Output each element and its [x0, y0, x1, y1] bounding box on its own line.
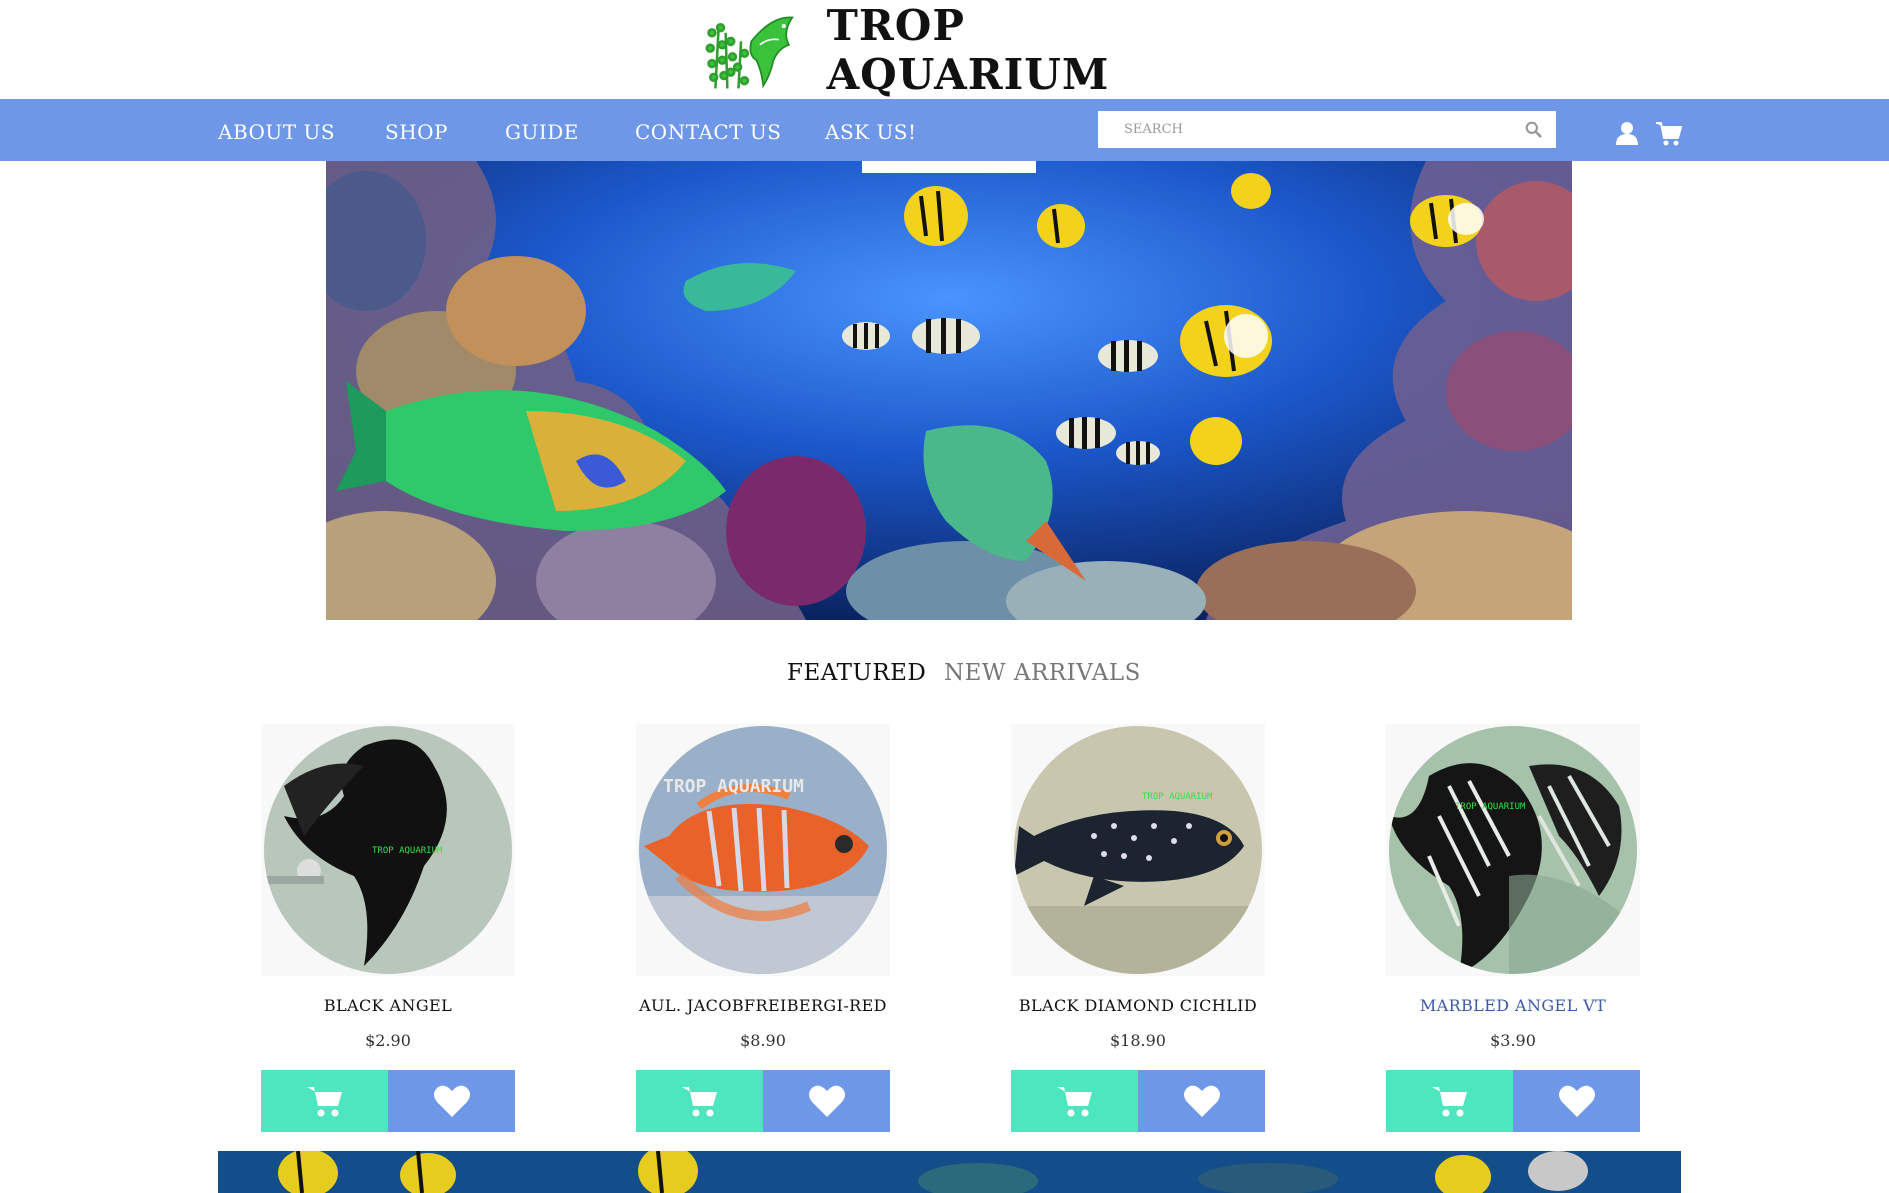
brand-logo[interactable]: TROP AQUARIUM [700, 0, 1200, 99]
product-name[interactable]: MARBLED ANGEL VT [1386, 996, 1640, 1015]
search-input[interactable] [1098, 111, 1518, 148]
reef-banner-image [218, 1151, 1681, 1193]
add-to-cart-button[interactable] [1386, 1070, 1513, 1132]
product-name[interactable]: BLACK DIAMOND CICHLID [1011, 996, 1265, 1015]
header: TROP AQUARIUM [0, 0, 1889, 99]
product-watermark: TROP AQUARIUM [1455, 802, 1526, 812]
tab-new-arrivals[interactable]: NEW ARRIVALS [944, 660, 1141, 686]
add-to-cart-button[interactable] [1011, 1070, 1138, 1132]
marbled-angel-photo [1389, 726, 1637, 974]
main-nav: ABOUT US SHOP GUIDE CONTACT US ASK US! [0, 99, 1889, 161]
product-card: TROP AQUARIUM AUL. JACOBFREIBERGI-RED $8… [636, 724, 890, 1132]
add-to-cart-button[interactable] [636, 1070, 763, 1132]
product-card: TROP AQUARIUM BLACK ANGEL $2.90 [261, 724, 515, 1132]
product-price: $2.90 [365, 1031, 411, 1050]
user-icon[interactable] [1616, 121, 1638, 145]
product-thumbnail[interactable]: TROP AQUARIUM [1011, 724, 1265, 976]
add-to-wishlist-button[interactable] [1513, 1070, 1640, 1132]
bottom-banner [218, 1151, 1681, 1193]
product-thumbnail[interactable]: TROP AQUARIUM [1386, 724, 1640, 976]
tab-featured[interactable]: FEATURED [787, 660, 926, 686]
product-tabs: FEATURED NEW ARRIVALS [0, 660, 1889, 692]
add-to-wishlist-button[interactable] [763, 1070, 890, 1132]
nav-item-guide[interactable]: GUIDE [505, 99, 579, 161]
search-box [1098, 111, 1556, 148]
product-thumbnail[interactable]: TROP AQUARIUM [636, 724, 890, 976]
jacobfreibergi-photo [639, 726, 887, 974]
product-watermark: TROP AQUARIUM [372, 846, 443, 856]
nav-item-shop[interactable]: SHOP [385, 99, 448, 161]
cart-icon [1431, 1087, 1467, 1117]
product-price: $3.90 [1490, 1031, 1536, 1050]
product-card: TROP AQUARIUM MARBLED ANGEL VT $3.90 [1386, 724, 1640, 1132]
heart-icon [1183, 1085, 1220, 1117]
add-to-cart-button[interactable] [261, 1070, 388, 1132]
black-diamond-cichlid-photo [1014, 726, 1262, 974]
nav-item-contact-us[interactable]: CONTACT US [635, 99, 781, 161]
angelfish-logo-icon [705, 16, 794, 89]
cart-icon [306, 1087, 342, 1117]
search-icon[interactable] [1525, 121, 1542, 138]
reef-scene-image [326, 161, 1572, 620]
product-card: TROP AQUARIUM BLACK DIAMOND CICHLID $18.… [1011, 724, 1265, 1132]
product-price: $18.90 [1110, 1031, 1166, 1050]
heart-icon [808, 1085, 845, 1117]
cart-icon [1056, 1087, 1092, 1117]
brand-name: TROP AQUARIUM [826, 0, 1110, 99]
product-name[interactable]: AUL. JACOBFREIBERGI-RED [636, 996, 890, 1015]
heart-icon [1558, 1085, 1595, 1117]
nav-item-about-us[interactable]: ABOUT US [218, 99, 335, 161]
cart-icon[interactable] [1656, 121, 1682, 147]
nav-item-ask-us[interactable]: ASK US! [825, 99, 917, 161]
product-watermark: TROP AQUARIUM [1142, 792, 1213, 802]
cart-icon [681, 1087, 717, 1117]
product-name[interactable]: BLACK ANGEL [261, 996, 515, 1015]
heart-icon [433, 1085, 470, 1117]
product-watermark: TROP AQUARIUM [663, 776, 804, 797]
hero-indicator[interactable] [862, 161, 1036, 173]
add-to-wishlist-button[interactable] [388, 1070, 515, 1132]
product-price: $8.90 [740, 1031, 786, 1050]
hero-banner [326, 161, 1572, 620]
product-thumbnail[interactable]: TROP AQUARIUM [261, 724, 515, 976]
add-to-wishlist-button[interactable] [1138, 1070, 1265, 1132]
